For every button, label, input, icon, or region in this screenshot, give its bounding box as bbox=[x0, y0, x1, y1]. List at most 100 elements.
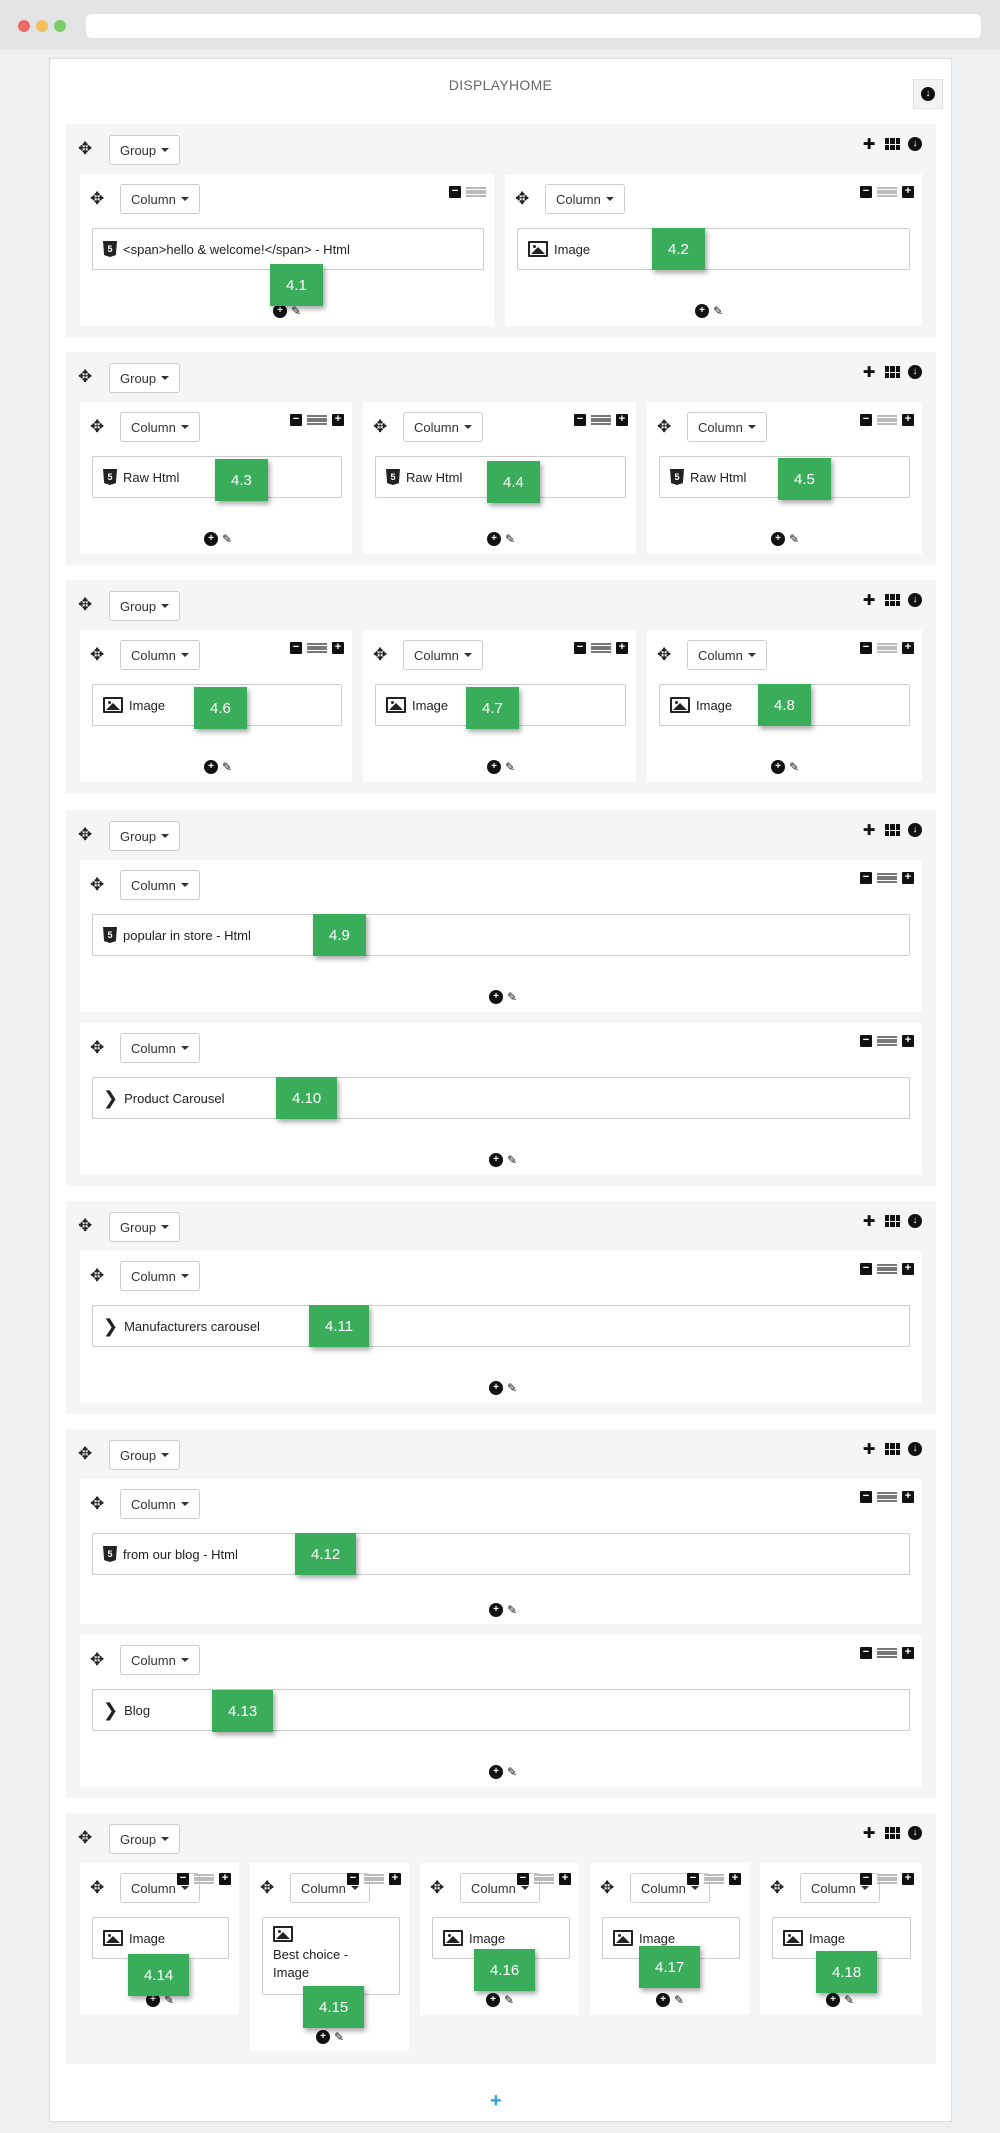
pencil-icon[interactable]: ✎ bbox=[222, 533, 232, 545]
grid-icon[interactable] bbox=[885, 824, 900, 836]
plus-circle-icon[interactable]: + bbox=[489, 1603, 503, 1617]
column-dropdown[interactable]: Column bbox=[120, 1645, 200, 1675]
plus-circle-icon[interactable]: + bbox=[771, 760, 785, 774]
pencil-icon[interactable]: ✎ bbox=[789, 533, 799, 545]
plus-square-icon[interactable]: + bbox=[902, 1873, 914, 1885]
minus-square-icon[interactable]: − bbox=[860, 1035, 872, 1047]
group-dropdown[interactable]: Group bbox=[109, 591, 181, 621]
minus-square-icon[interactable]: − bbox=[860, 1873, 872, 1885]
plus-square-icon[interactable]: + bbox=[902, 1263, 914, 1275]
move-arrows-icon[interactable]: ✥ bbox=[90, 1651, 104, 1668]
group-dropdown[interactable]: Group bbox=[109, 135, 181, 165]
column-dropdown[interactable]: Column bbox=[403, 640, 483, 670]
pencil-icon[interactable]: ✎ bbox=[507, 1766, 517, 1778]
move-arrows-icon[interactable]: ✥ bbox=[430, 1879, 444, 1896]
minus-square-icon[interactable]: − bbox=[860, 872, 872, 884]
lines-icon[interactable] bbox=[364, 1874, 384, 1884]
minus-square-icon[interactable]: − bbox=[517, 1873, 529, 1885]
module-html[interactable]: 5 from our blog - Html bbox=[92, 1533, 910, 1575]
circle-arrow-down-icon[interactable]: ↓ bbox=[908, 593, 922, 607]
plus-square-icon[interactable]: + bbox=[902, 642, 914, 654]
module-image[interactable]: Image bbox=[92, 1917, 229, 1959]
move-arrows-icon[interactable]: ✥ bbox=[78, 596, 92, 613]
column-dropdown[interactable]: Column bbox=[120, 1033, 200, 1063]
module-html[interactable]: 5 popular in store - Html bbox=[92, 914, 910, 956]
pencil-icon[interactable]: ✎ bbox=[504, 1994, 514, 2006]
pencil-icon[interactable]: ✎ bbox=[674, 1994, 684, 2006]
circle-arrow-down-icon[interactable]: ↓ bbox=[908, 1214, 922, 1228]
lines-icon[interactable] bbox=[591, 643, 611, 653]
plus-square-icon[interactable]: + bbox=[902, 1647, 914, 1659]
plus-square-icon[interactable]: + bbox=[902, 1491, 914, 1503]
plus-square-icon[interactable]: + bbox=[559, 1873, 571, 1885]
minus-square-icon[interactable]: − bbox=[860, 414, 872, 426]
plus-circle-icon[interactable]: + bbox=[771, 532, 785, 546]
plus-circle-icon[interactable]: + bbox=[826, 1993, 840, 2007]
plus-icon[interactable]: ✚ bbox=[861, 1825, 877, 1841]
minus-square-icon[interactable]: − bbox=[177, 1873, 189, 1885]
pencil-icon[interactable]: ✎ bbox=[222, 761, 232, 773]
move-arrows-icon[interactable]: ✥ bbox=[373, 646, 387, 663]
plus-circle-icon[interactable]: + bbox=[204, 760, 218, 774]
grid-icon[interactable] bbox=[885, 366, 900, 378]
move-arrows-icon[interactable]: ✥ bbox=[515, 190, 529, 207]
group-dropdown[interactable]: Group bbox=[109, 1824, 181, 1854]
move-arrows-icon[interactable]: ✥ bbox=[90, 1039, 104, 1056]
plus-circle-icon[interactable]: + bbox=[316, 2030, 330, 2044]
move-arrows-icon[interactable]: ✥ bbox=[90, 418, 104, 435]
minus-square-icon[interactable]: − bbox=[687, 1873, 699, 1885]
lines-icon[interactable] bbox=[466, 187, 486, 197]
plus-circle-icon[interactable]: + bbox=[487, 760, 501, 774]
move-arrows-icon[interactable]: ✥ bbox=[657, 418, 671, 435]
minus-square-icon[interactable]: − bbox=[860, 1263, 872, 1275]
module-image[interactable]: Image bbox=[517, 228, 910, 270]
module-image[interactable]: Best choice - Image bbox=[262, 1917, 400, 1995]
pencil-icon[interactable]: ✎ bbox=[507, 1154, 517, 1166]
move-arrows-icon[interactable]: ✥ bbox=[78, 826, 92, 843]
pencil-icon[interactable]: ✎ bbox=[844, 1994, 854, 2006]
add-group-button[interactable]: + bbox=[490, 2091, 502, 2111]
plus-circle-icon[interactable]: + bbox=[204, 532, 218, 546]
lines-icon[interactable] bbox=[877, 1264, 897, 1274]
move-arrows-icon[interactable]: ✥ bbox=[373, 418, 387, 435]
column-dropdown[interactable]: Column bbox=[120, 184, 200, 214]
panel-collapse-button[interactable]: ↓ bbox=[913, 79, 943, 109]
move-arrows-icon[interactable]: ✥ bbox=[78, 1445, 92, 1462]
pencil-icon[interactable]: ✎ bbox=[713, 305, 723, 317]
minus-square-icon[interactable]: − bbox=[290, 414, 302, 426]
grid-icon[interactable] bbox=[885, 1443, 900, 1455]
plus-square-icon[interactable]: + bbox=[902, 414, 914, 426]
plus-square-icon[interactable]: + bbox=[902, 186, 914, 198]
plus-circle-icon[interactable]: + bbox=[489, 990, 503, 1004]
group-dropdown[interactable]: Group bbox=[109, 1440, 181, 1470]
pencil-icon[interactable]: ✎ bbox=[507, 991, 517, 1003]
lines-icon[interactable] bbox=[877, 1492, 897, 1502]
pencil-icon[interactable]: ✎ bbox=[507, 1604, 517, 1616]
pencil-icon[interactable]: ✎ bbox=[505, 761, 515, 773]
move-arrows-icon[interactable]: ✥ bbox=[657, 646, 671, 663]
minus-square-icon[interactable]: − bbox=[860, 1647, 872, 1659]
lines-icon[interactable] bbox=[877, 873, 897, 883]
move-arrows-icon[interactable]: ✥ bbox=[90, 1879, 104, 1896]
pencil-icon[interactable]: ✎ bbox=[507, 1382, 517, 1394]
plus-icon[interactable]: ✚ bbox=[861, 1441, 877, 1457]
minus-square-icon[interactable]: − bbox=[860, 186, 872, 198]
grid-icon[interactable] bbox=[885, 1827, 900, 1839]
move-arrows-icon[interactable]: ✥ bbox=[90, 876, 104, 893]
column-dropdown[interactable]: Column bbox=[545, 184, 625, 214]
group-dropdown[interactable]: Group bbox=[109, 821, 181, 851]
minus-square-icon[interactable]: − bbox=[449, 186, 461, 198]
plus-square-icon[interactable]: + bbox=[389, 1873, 401, 1885]
module-product-carousel[interactable]: ❯ Product Carousel bbox=[92, 1077, 910, 1119]
column-dropdown[interactable]: Column bbox=[120, 412, 200, 442]
pencil-icon[interactable]: ✎ bbox=[789, 761, 799, 773]
close-window-dot[interactable] bbox=[18, 20, 30, 32]
circle-arrow-down-icon[interactable]: ↓ bbox=[908, 1442, 922, 1456]
lines-icon[interactable] bbox=[877, 1036, 897, 1046]
column-dropdown[interactable]: Column bbox=[687, 412, 767, 442]
pencil-icon[interactable]: ✎ bbox=[291, 305, 301, 317]
minus-square-icon[interactable]: − bbox=[347, 1873, 359, 1885]
move-arrows-icon[interactable]: ✥ bbox=[78, 368, 92, 385]
plus-icon[interactable]: ✚ bbox=[861, 822, 877, 838]
grid-icon[interactable] bbox=[885, 1215, 900, 1227]
